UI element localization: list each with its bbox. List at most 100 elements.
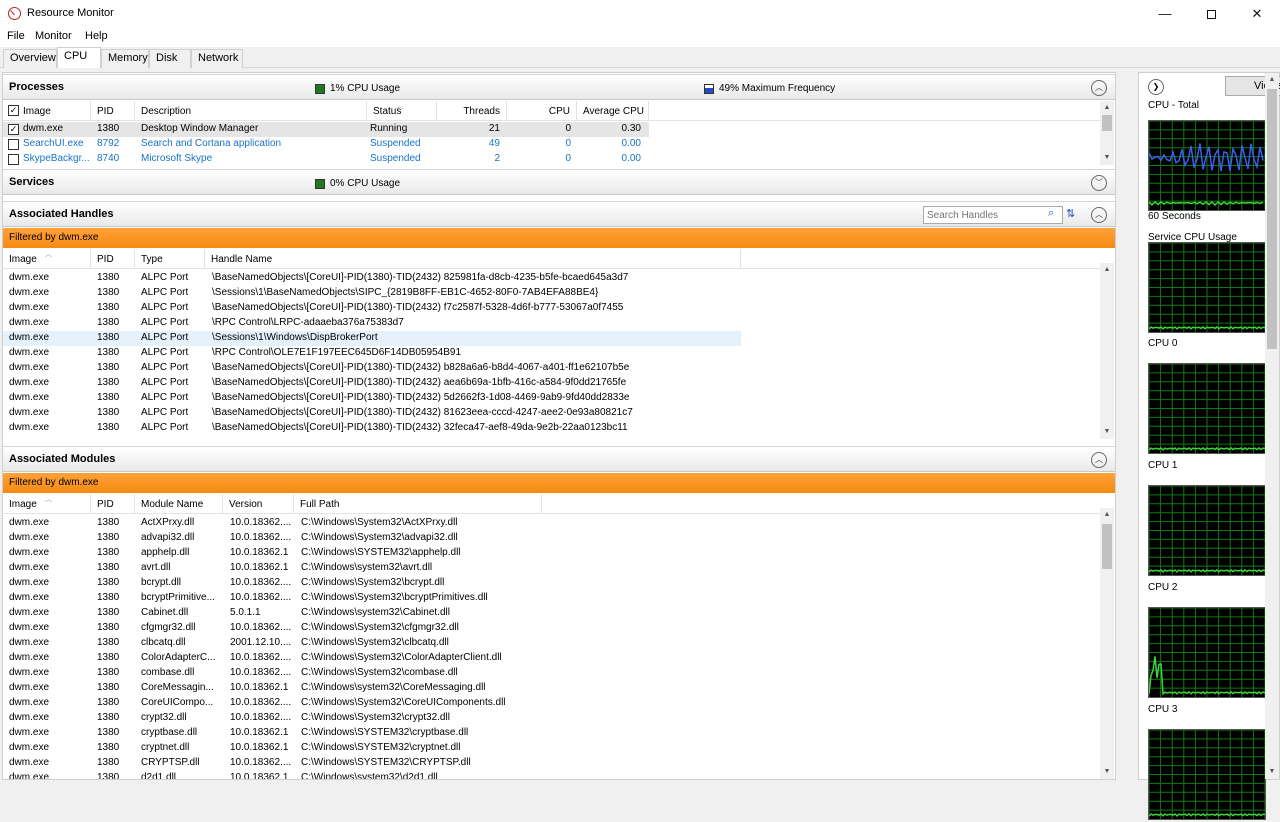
col-module-name[interactable]: Module Name [135, 494, 223, 514]
minimize-button[interactable]: — [1142, 0, 1188, 28]
module-full-path: C:\Windows\System32\crypt32.dll [301, 712, 450, 723]
processes-collapse-button[interactable]: ︿ [1091, 80, 1107, 96]
scroll-up-icon[interactable]: ▲ [1100, 101, 1114, 115]
module-full-path: C:\Windows\system32\d2d1.dll [301, 772, 438, 779]
module-row[interactable]: dwm.exe 1380 crypt32.dll 10.0.18362.... C:\W… [3, 711, 543, 726]
module-row[interactable]: dwm.exe 1380 avrt.dll 10.0.18362.1 C:\Window… [3, 561, 543, 576]
module-row[interactable]: dwm.exe 1380 advapi32.dll 10.0.18362.... C:\… [3, 531, 543, 546]
graph-panel-scrollbar[interactable]: ▲ ▼ [1265, 73, 1279, 779]
module-pid: 1380 [97, 757, 120, 768]
handle-row[interactable]: dwm.exe 1380 ALPC Port \BaseNamedObjects\[C… [3, 406, 741, 421]
module-row[interactable]: dwm.exe 1380 ActXPrxy.dll 10.0.18362.... C:\… [3, 516, 543, 531]
process-row[interactable]: ✓ dwm.exe 1380 Desktop Window Manager Ru… [3, 122, 649, 137]
tab-disk[interactable]: Disk [149, 49, 191, 68]
module-row[interactable]: dwm.exe 1380 cryptnet.dll 10.0.18362.1 C:\Wi… [3, 741, 543, 756]
handle-row[interactable]: dwm.exe 1380 ALPC Port \BaseNamedObjects\[C… [3, 301, 741, 316]
module-row[interactable]: dwm.exe 1380 ColorAdapterC... 10.0.18362...… [3, 651, 543, 666]
process-checkbox[interactable]: ✓ [8, 124, 19, 135]
col-image[interactable]: Image [17, 101, 91, 121]
col-pid[interactable]: PID [91, 494, 135, 514]
handles-scrollbar[interactable]: ▲ ▼ [1100, 263, 1114, 439]
module-row[interactable]: dwm.exe 1380 CoreMessagin... 10.0.18362.1 C:… [3, 681, 543, 696]
modules-header[interactable]: Associated Modules ︿ [3, 446, 1115, 472]
module-row[interactable]: dwm.exe 1380 bcrypt.dll 10.0.18362.... C:\Wi… [3, 576, 543, 591]
col-version[interactable]: Version [223, 494, 294, 514]
module-pid: 1380 [97, 652, 120, 663]
handle-row[interactable]: dwm.exe 1380 ALPC Port \Sessions\1\BaseName… [3, 286, 741, 301]
module-version: 10.0.18362.... [230, 652, 292, 663]
handle-row[interactable]: dwm.exe 1380 ALPC Port \BaseNamedObjects\[C… [3, 271, 741, 286]
col-average-cpu[interactable]: Average CPU [577, 101, 649, 121]
scroll-down-icon[interactable]: ▼ [1100, 765, 1114, 779]
module-row[interactable]: dwm.exe 1380 Cabinet.dll 5.0.1.1 C:\Windows\… [3, 606, 543, 621]
refresh-icon[interactable]: ⇅ [1066, 207, 1075, 220]
module-row[interactable]: dwm.exe 1380 CoreUICompo... 10.0.18362.... C… [3, 696, 543, 711]
menu-help[interactable]: Help [85, 30, 108, 42]
cpu-graph [1148, 120, 1266, 211]
processes-header[interactable]: Processes 1% CPU Usage 49% Maximum Frequ… [3, 74, 1115, 100]
col-pid[interactable]: PID [91, 101, 135, 121]
process-checkbox[interactable] [8, 154, 19, 165]
maximize-button[interactable] [1188, 0, 1234, 28]
col-cpu[interactable]: CPU [507, 101, 577, 121]
process-row[interactable]: SearchUI.exe 8792 Search and Cortana app… [3, 137, 649, 152]
col-type[interactable]: Type [135, 249, 205, 269]
scroll-down-icon[interactable]: ▼ [1100, 425, 1114, 439]
graph-label: CPU - Total [1148, 100, 1199, 111]
tab-cpu[interactable]: CPU [57, 47, 101, 68]
scroll-thumb[interactable] [1102, 524, 1112, 569]
scroll-thumb[interactable] [1102, 115, 1112, 131]
handle-image: dwm.exe [9, 272, 50, 283]
col-handle-name[interactable]: Handle Name [205, 249, 741, 269]
col-full-path[interactable]: Full Path [294, 494, 542, 514]
search-icon[interactable]: ⌕ [1048, 207, 1054, 220]
handle-row[interactable]: dwm.exe 1380 ALPC Port \RPC Control\LRPC-ad… [3, 316, 741, 331]
module-row[interactable]: dwm.exe 1380 clbcatq.dll 2001.12.10.... C:\W… [3, 636, 543, 651]
module-row[interactable]: dwm.exe 1380 CRYPTSP.dll 10.0.18362.... C:\W… [3, 756, 543, 771]
module-row[interactable]: dwm.exe 1380 d2d1.dll 10.0.18362.1 C:\Window… [3, 771, 543, 779]
handle-row[interactable]: dwm.exe 1380 ALPC Port \BaseNamedObjects\[C… [3, 376, 741, 391]
module-row[interactable]: dwm.exe 1380 apphelp.dll 10.0.18362.1 C:\Win… [3, 546, 543, 561]
scroll-down-icon[interactable]: ▼ [1100, 151, 1114, 165]
search-handles-input[interactable] [923, 206, 1063, 224]
process-checkbox[interactable] [8, 139, 19, 150]
module-row[interactable]: dwm.exe 1380 combase.dll 10.0.18362.... C:\W… [3, 666, 543, 681]
scroll-up-icon[interactable]: ▲ [1100, 508, 1114, 522]
close-button[interactable]: ✕ [1234, 0, 1280, 28]
tab-memory[interactable]: Memory [101, 49, 149, 68]
col-pid[interactable]: PID [91, 249, 135, 269]
module-name: cfgmgr32.dll [141, 622, 196, 633]
handle-row[interactable]: dwm.exe 1380 ALPC Port \Sessions\1\Windows\… [3, 331, 741, 346]
scroll-thumb[interactable] [1267, 89, 1277, 349]
process-row[interactable]: SkypeBackgr... 8740 Microsoft Skype Susp… [3, 152, 649, 166]
scroll-up-icon[interactable]: ▲ [1100, 263, 1114, 277]
module-row[interactable]: dwm.exe 1380 cfgmgr32.dll 10.0.18362.... C:\… [3, 621, 543, 636]
col-description[interactable]: Description [135, 101, 367, 121]
process-image: SkypeBackgr... [23, 153, 90, 164]
collapse-graph-pane-button[interactable]: ❯ [1148, 79, 1164, 95]
graph-sublabel: 60 Seconds [1148, 211, 1201, 222]
processes-scrollbar[interactable]: ▲ ▼ [1100, 101, 1114, 165]
modules-collapse-button[interactable]: ︿ [1091, 452, 1107, 468]
menu-monitor[interactable]: Monitor [35, 30, 72, 42]
modules-scrollbar[interactable]: ▲ ▼ [1100, 508, 1114, 779]
module-row[interactable]: dwm.exe 1380 cryptbase.dll 10.0.18362.1 C:\W… [3, 726, 543, 741]
scroll-up-icon[interactable]: ▲ [1265, 73, 1279, 87]
handle-row[interactable]: dwm.exe 1380 ALPC Port \RPC Control\OLE7E1F… [3, 346, 741, 361]
handle-row[interactable]: dwm.exe 1380 ALPC Port \BaseNamedObjects\[C… [3, 421, 741, 436]
col-threads[interactable]: Threads [437, 101, 507, 121]
module-name: cryptbase.dll [141, 727, 198, 738]
tab-network[interactable]: Network [191, 49, 243, 68]
services-expand-button[interactable]: ﹀ [1091, 175, 1107, 191]
scroll-down-icon[interactable]: ▼ [1265, 765, 1279, 779]
tab-overview[interactable]: Overview [3, 49, 57, 68]
handle-row[interactable]: dwm.exe 1380 ALPC Port \BaseNamedObjects\[C… [3, 361, 741, 376]
module-pid: 1380 [97, 517, 120, 528]
menu-file[interactable]: File [7, 30, 25, 42]
handles-header[interactable]: Associated Handles ⌕ ⇅ ︿ [3, 201, 1115, 227]
module-row[interactable]: dwm.exe 1380 bcryptPrimitive... 10.0.18362.… [3, 591, 543, 606]
module-full-path: C:\Windows\System32\advapi32.dll [301, 532, 458, 543]
services-header[interactable]: Services 0% CPU Usage ﹀ [3, 169, 1115, 195]
handles-collapse-button[interactable]: ︿ [1091, 207, 1107, 223]
handle-row[interactable]: dwm.exe 1380 ALPC Port \BaseNamedObjects\[C… [3, 391, 741, 406]
